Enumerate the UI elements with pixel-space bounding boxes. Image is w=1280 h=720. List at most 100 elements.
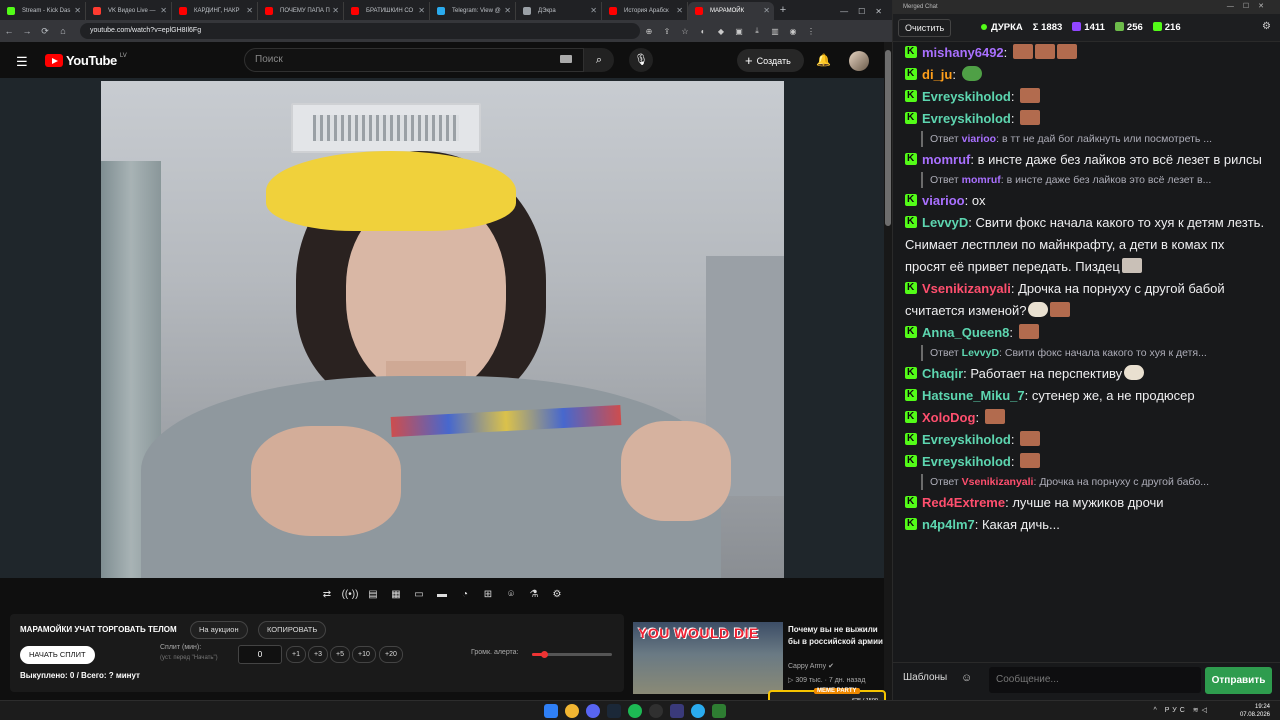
chat-username[interactable]: Hatsune_Miku_7 xyxy=(922,388,1025,403)
chat-message[interactable]: viarioo: ох xyxy=(893,189,1280,212)
chat-message[interactable]: n4p4lm7: Какая дичь... xyxy=(893,513,1280,536)
discord-icon[interactable] xyxy=(586,704,600,718)
recommended-title[interactable]: Почему вы не выжили бы в российской арми… xyxy=(788,624,883,648)
chat-window-controls[interactable]: —☐✕ xyxy=(1227,0,1273,14)
browser-tab[interactable]: История Арабск ✕ xyxy=(602,2,688,20)
wifi-icon[interactable]: ≋ xyxy=(1193,707,1202,714)
emoji-icon[interactable]: ☺ xyxy=(961,672,972,684)
chat-username[interactable]: Red4Extreme xyxy=(922,495,1005,510)
volume-icon[interactable]: ◁ xyxy=(1202,707,1210,714)
recommended-thumbnail[interactable]: YOU WOULD DIE xyxy=(633,622,783,694)
spotify-icon[interactable] xyxy=(628,704,642,718)
extension-icon[interactable]: ◆ xyxy=(712,27,730,36)
browser-tab[interactable]: БРАТИШКИН СО ✕ xyxy=(344,2,430,20)
chat-message[interactable]: Vsenikizanyali: Дрочка на порнуху с друг… xyxy=(893,277,1280,322)
youtube-logo[interactable]: YouTube LV xyxy=(45,53,127,68)
browser-tab[interactable]: КАРДИНГ, НАКР ✕ xyxy=(172,2,258,20)
playlist-icon[interactable]: ▤ xyxy=(364,586,382,604)
create-button[interactable]: + Создать xyxy=(737,49,804,72)
notifications-bell-icon[interactable]: 🔔 xyxy=(816,53,831,67)
profile-icon[interactable]: ◉ xyxy=(784,27,802,36)
templates-button[interactable]: Шаблоны xyxy=(903,672,947,683)
chat-message[interactable]: XoloDog: xyxy=(893,406,1280,429)
hamburger-menu-icon[interactable]: ☰ xyxy=(16,54,28,70)
sidebar-icon[interactable]: ▥ xyxy=(766,27,784,36)
reload-icon[interactable]: ⟳ xyxy=(36,26,54,37)
system-tray[interactable]: ^ РУС ≋◁ xyxy=(1154,706,1211,714)
keyboard-icon[interactable] xyxy=(560,55,572,63)
tab-close-icon[interactable]: ✕ xyxy=(590,2,597,20)
chat-settings-gear-icon[interactable]: ⚙ xyxy=(1262,21,1271,32)
tab-close-icon[interactable]: ✕ xyxy=(160,2,167,20)
chat-username[interactable]: XoloDog xyxy=(922,410,975,425)
account-avatar[interactable] xyxy=(849,51,869,71)
forward-icon[interactable]: → xyxy=(18,26,36,36)
split-increment-button[interactable]: +3 xyxy=(308,646,328,663)
send-button[interactable]: Отправить xyxy=(1205,667,1272,694)
extension-icon[interactable]: ◐ xyxy=(694,27,712,36)
message-input[interactable]: Сообщение... xyxy=(989,667,1201,693)
recommended-channel[interactable]: Cappy Army ✔ xyxy=(788,662,834,670)
start-icon[interactable] xyxy=(544,704,558,718)
menu-icon[interactable]: ⋮ xyxy=(802,27,820,36)
recommended-video[interactable]: YOU WOULD DIE Почему вы не выжили бы в р… xyxy=(633,622,883,694)
tab-close-icon[interactable]: ✕ xyxy=(504,2,511,20)
chat-username[interactable]: n4p4lm7 xyxy=(922,517,975,532)
home-icon[interactable]: ⌂ xyxy=(54,26,72,36)
chat-username[interactable]: Chaqir xyxy=(922,366,963,381)
split-increment-button[interactable]: +10 xyxy=(352,646,376,663)
lab-icon[interactable]: ⚗ xyxy=(525,586,543,604)
chat-message[interactable]: momruf: в инсте даже без лайков это всё … xyxy=(893,148,1280,171)
chat-username[interactable]: momruf xyxy=(922,152,970,167)
chat-message[interactable]: Chaqir: Работает на перспективу xyxy=(893,362,1280,385)
language-indicator[interactable]: РУС xyxy=(1165,707,1188,714)
pip-icon[interactable]: ▭ xyxy=(410,586,428,604)
app-icon[interactable] xyxy=(670,704,684,718)
download-icon[interactable]: ⤓ xyxy=(748,26,766,36)
chat-username[interactable]: Evreyskiholod xyxy=(922,454,1011,469)
chat-message[interactable]: Hatsune_Miku_7: сутенер же, а не продюсе… xyxy=(893,384,1280,407)
chat-message[interactable]: Evreyskiholod: xyxy=(893,85,1280,108)
clapper-icon[interactable]: ▦ xyxy=(387,586,405,604)
clock[interactable]: 19:24 07.08.2026 xyxy=(1240,703,1270,719)
screenshot-icon[interactable]: ⌾ xyxy=(502,586,520,604)
start-split-button[interactable]: НАЧАТЬ СПЛИТ xyxy=(20,646,95,664)
chat-username[interactable]: Vsenikizanyali xyxy=(922,281,1011,296)
tab-close-icon[interactable]: ✕ xyxy=(418,2,425,20)
zoom-icon[interactable]: ⊕ xyxy=(640,27,658,36)
chat-username[interactable]: mishany6492 xyxy=(922,45,1004,60)
browser-tab[interactable]: Telegram: View @ ✕ xyxy=(430,2,516,20)
search-input[interactable]: Поиск xyxy=(244,48,584,72)
search-button[interactable]: ⌕ xyxy=(584,48,614,72)
chat-username[interactable]: Evreyskiholod xyxy=(922,111,1011,126)
tab-close-icon[interactable]: ✕ xyxy=(332,2,339,20)
chat-reply-reference[interactable]: Ответ Vsenikizanyali: Дрочка на порнуху … xyxy=(921,474,1261,490)
browser-tab[interactable]: МАРАМОЙК ✕ xyxy=(688,2,774,20)
chat-message[interactable]: Evreyskiholod: xyxy=(893,107,1280,130)
theater-icon[interactable]: ▬ xyxy=(433,586,451,604)
alert-volume-slider[interactable] xyxy=(532,651,612,658)
tab-close-icon[interactable]: ✕ xyxy=(676,2,683,20)
chrome-icon[interactable] xyxy=(565,704,579,718)
chat-message[interactable]: Evreyskiholod: xyxy=(893,428,1280,451)
close-icon[interactable]: ✕ xyxy=(875,7,882,16)
split-minutes-input[interactable]: 0 xyxy=(238,645,282,664)
chat-message[interactable]: Evreyskiholod: xyxy=(893,450,1280,473)
video-frame[interactable] xyxy=(101,81,784,578)
split-increment-button[interactable]: +5 xyxy=(330,646,350,663)
copy-button[interactable]: КОПИРОВАТЬ xyxy=(258,621,327,639)
obs-icon[interactable] xyxy=(649,704,663,718)
browser-tab[interactable]: ДЭкра ✕ xyxy=(516,2,602,20)
chat-message[interactable]: di_ju: xyxy=(893,63,1280,86)
chat-username[interactable]: Evreyskiholod xyxy=(922,432,1011,447)
url-field[interactable]: youtube.com/watch?v=eplGH8Il6Fg xyxy=(80,23,640,39)
chat-message[interactable]: LevvyD: Свити фокс начала какого то хуя … xyxy=(893,211,1280,278)
chat-username[interactable]: viarioo xyxy=(922,193,965,208)
back-icon[interactable]: ← xyxy=(0,26,18,36)
telegram-icon[interactable] xyxy=(691,704,705,718)
clear-chat-button[interactable]: Очистить xyxy=(898,19,952,37)
new-tab-button[interactable]: + xyxy=(774,2,792,20)
chat-reply-reference[interactable]: Ответ LevvyD: Свити фокс начала какого т… xyxy=(921,345,1261,361)
voice-search-icon[interactable]: 🎙 xyxy=(629,48,653,72)
chat-message[interactable]: Anna_Queen8: xyxy=(893,321,1280,344)
